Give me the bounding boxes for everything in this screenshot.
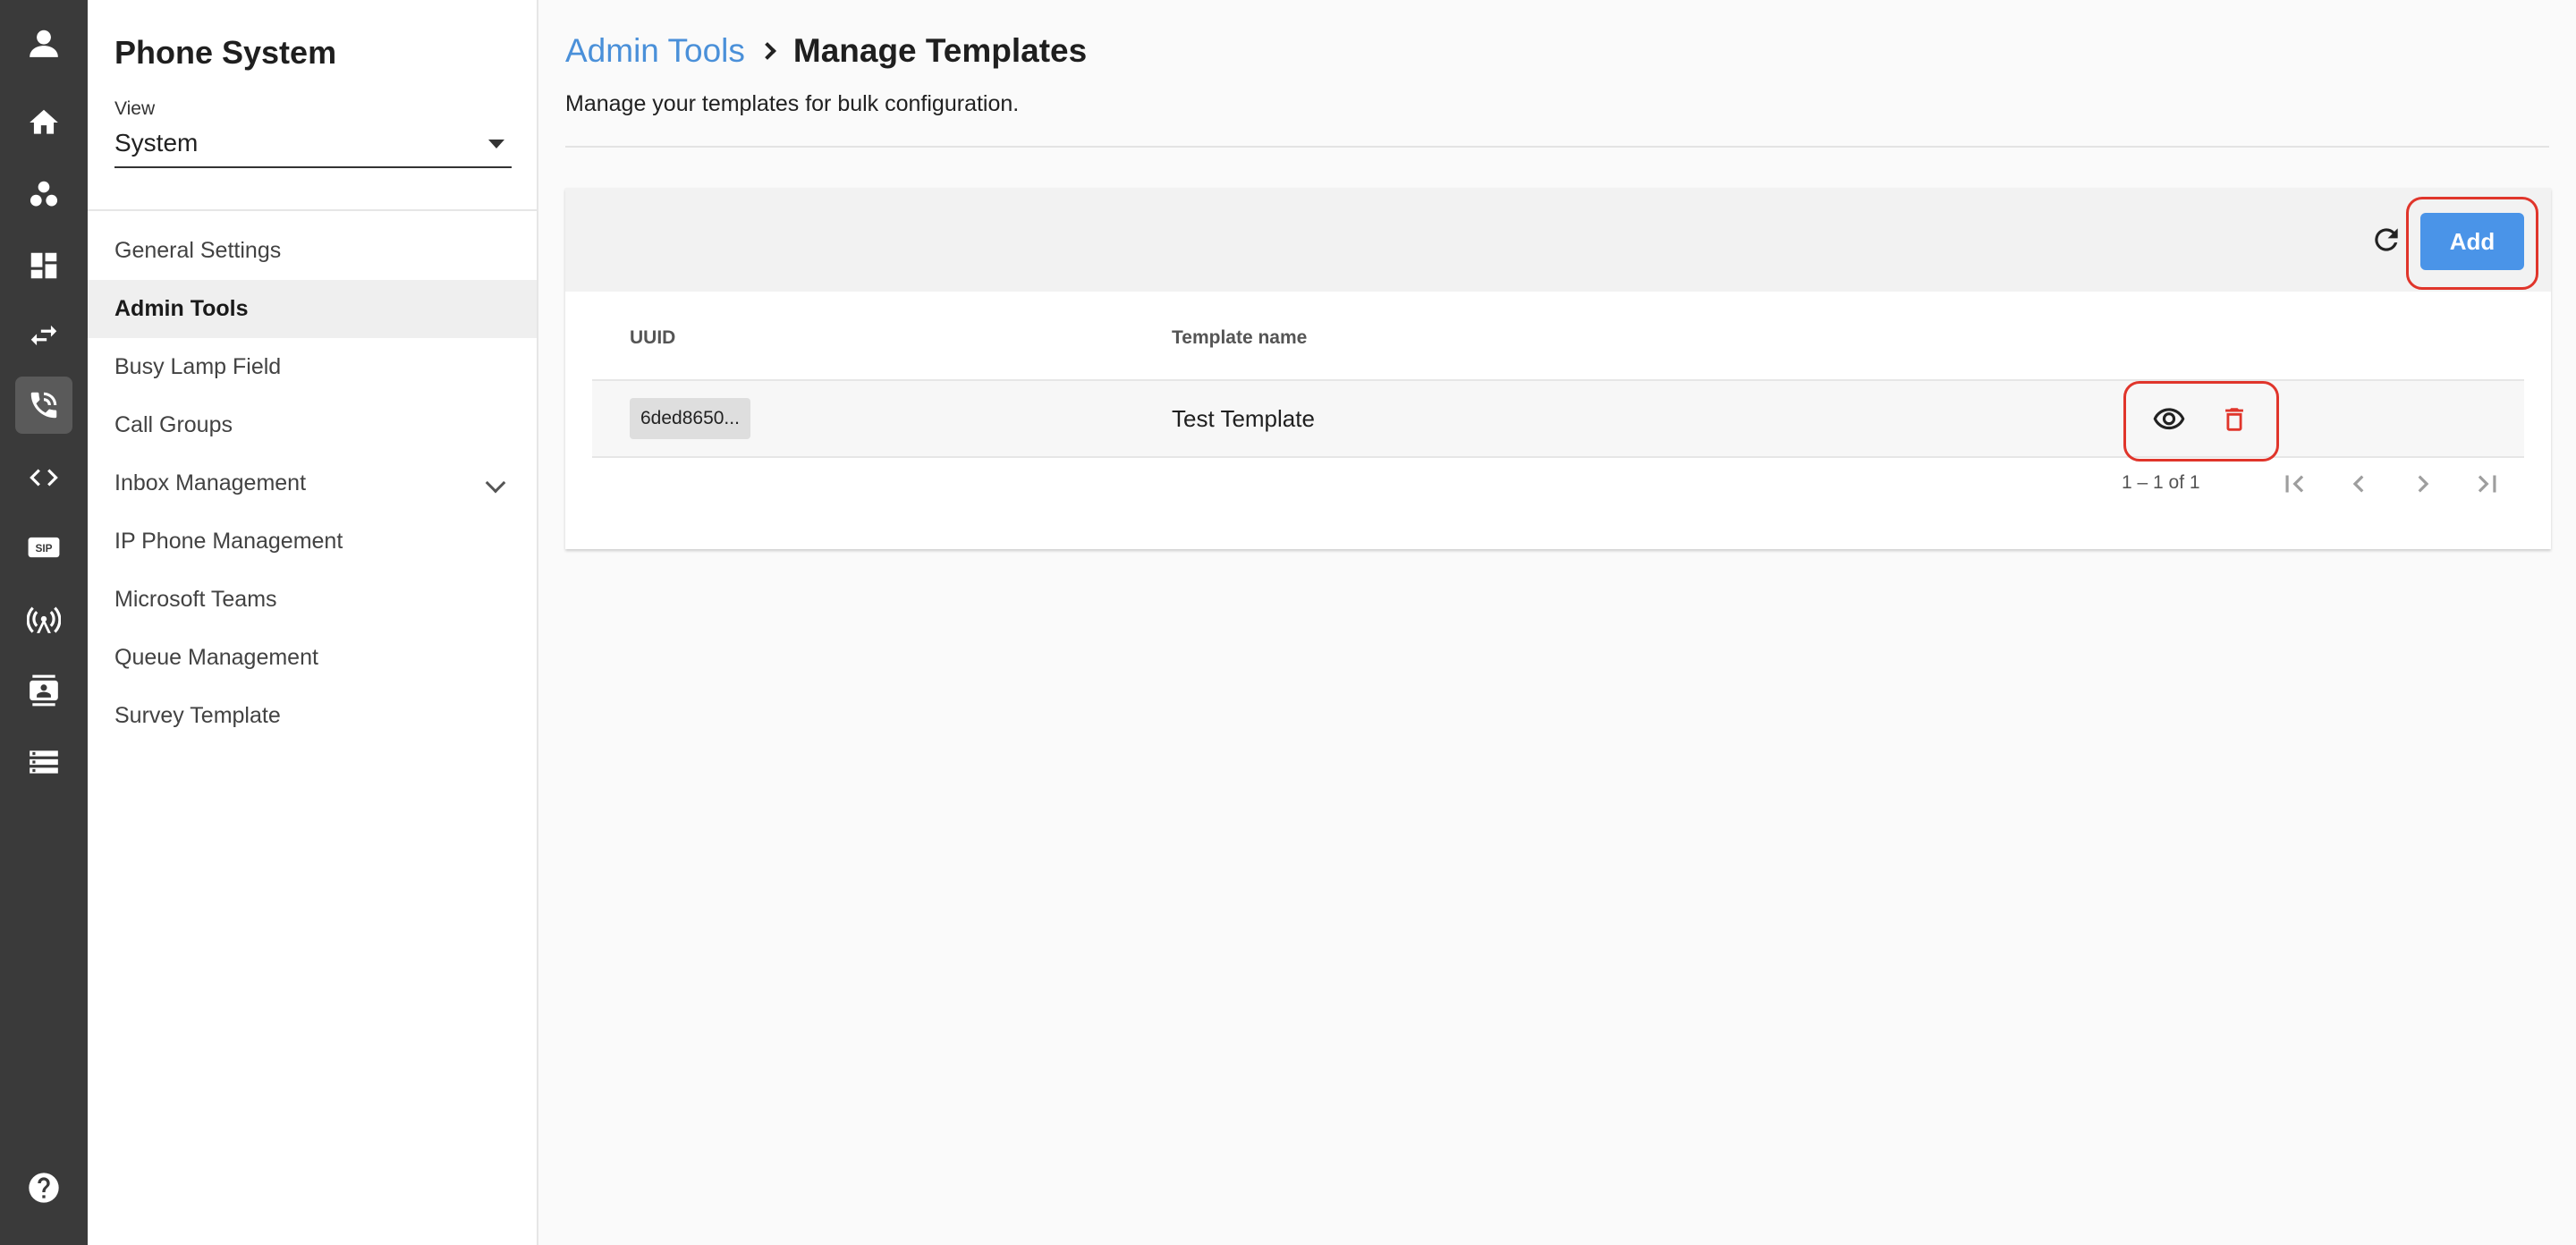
dashboard-icon[interactable] <box>15 237 72 294</box>
page-description: Manage your templates for bulk configura… <box>565 91 1020 116</box>
view-label: View <box>114 98 156 119</box>
table-header: UUID Template name <box>592 292 2524 381</box>
sidebar-item-label: IP Phone Management <box>114 529 343 554</box>
add-button[interactable]: Add <box>2420 213 2524 270</box>
app: SIP Phone System View System General Set… <box>0 0 2576 1245</box>
card-toolbar: Add <box>565 188 2551 292</box>
sidebar-item-microsoft-teams[interactable]: Microsoft Teams <box>88 571 537 629</box>
sidebar-item-queue-management[interactable]: Queue Management <box>88 629 537 687</box>
breadcrumb-link-admin-tools[interactable]: Admin Tools <box>565 32 745 70</box>
caret-down-icon <box>488 140 504 148</box>
page-header: Admin Tools Manage Templates Manage your… <box>538 0 2576 170</box>
page-title: Manage Templates <box>792 32 1088 69</box>
phone-icon[interactable] <box>15 377 72 434</box>
icon-rail: SIP <box>0 0 88 1245</box>
main-content: Admin Tools Manage Templates Manage your… <box>538 0 2576 1245</box>
sidebar-item-label: Microsoft Teams <box>114 587 277 612</box>
row-actions-highlight <box>2123 381 2279 462</box>
help-icon[interactable] <box>15 1159 72 1216</box>
header-divider <box>565 146 2549 148</box>
sip-icon[interactable]: SIP <box>15 519 72 576</box>
view-select[interactable]: System <box>114 123 512 168</box>
refresh-icon[interactable] <box>2368 222 2404 258</box>
sidebar-nav: General Settings Admin Tools Busy Lamp F… <box>88 222 537 745</box>
sidebar-item-label: Queue Management <box>114 645 318 670</box>
sidebar-item-label: Busy Lamp Field <box>114 354 282 379</box>
templates-card: Add UUID Template name 6ded8650... Test … <box>565 188 2551 549</box>
next-page-icon[interactable] <box>2402 463 2444 504</box>
templates-table: UUID Template name 6ded8650... Test Temp… <box>592 292 2524 493</box>
svg-text:SIP: SIP <box>35 542 52 555</box>
breadcrumb: Admin Tools Manage Templates <box>565 32 1087 70</box>
pagination: 1 – 1 of 1 <box>592 458 2524 512</box>
group-icon[interactable] <box>15 165 72 223</box>
sidebar-item-general-settings[interactable]: General Settings <box>88 222 537 280</box>
sidebar-item-inbox-management[interactable]: Inbox Management <box>88 454 537 512</box>
previous-page-icon[interactable] <box>2338 463 2379 504</box>
column-header-template-name: Template name <box>1172 327 1308 348</box>
sidebar-item-admin-tools[interactable]: Admin Tools <box>88 280 537 338</box>
trash-icon[interactable] <box>2216 401 2253 438</box>
pagination-range: 1 – 1 of 1 <box>2122 472 2200 493</box>
secondary-sidebar: Phone System View System General Setting… <box>88 0 538 1245</box>
first-page-icon[interactable] <box>2274 463 2315 504</box>
sidebar-item-ip-phone-management[interactable]: IP Phone Management <box>88 512 537 571</box>
sidebar-item-label: General Settings <box>114 238 282 263</box>
sidebar-title: Phone System <box>114 34 337 71</box>
sidebar-item-label: Survey Template <box>114 703 281 728</box>
user-icon[interactable] <box>15 14 72 72</box>
template-name-cell: Test Template <box>1172 405 1315 432</box>
uuid-chip: 6ded8650... <box>630 398 750 439</box>
view-select-value: System <box>114 129 199 157</box>
sidebar-item-call-groups[interactable]: Call Groups <box>88 396 537 454</box>
chevron-down-icon[interactable] <box>485 472 506 494</box>
chevron-right-icon <box>758 42 776 60</box>
last-page-icon[interactable] <box>2467 463 2508 504</box>
table-row: 6ded8650... Test Template <box>592 381 2524 462</box>
code-icon[interactable] <box>15 449 72 506</box>
sidebar-divider <box>88 209 537 211</box>
server-list-icon[interactable] <box>15 733 72 791</box>
contact-card-icon[interactable] <box>15 662 72 719</box>
sidebar-item-survey-template[interactable]: Survey Template <box>88 687 537 745</box>
column-header-uuid: UUID <box>630 327 676 348</box>
eye-icon[interactable] <box>2150 401 2188 438</box>
sidebar-item-busy-lamp-field[interactable]: Busy Lamp Field <box>88 338 537 396</box>
sidebar-item-label: Inbox Management <box>114 470 307 495</box>
home-icon[interactable] <box>15 94 72 151</box>
sidebar-item-label: Admin Tools <box>114 296 249 321</box>
sidebar-item-label: Call Groups <box>114 412 233 437</box>
antenna-icon[interactable] <box>15 590 72 648</box>
transfer-icon[interactable] <box>15 307 72 364</box>
